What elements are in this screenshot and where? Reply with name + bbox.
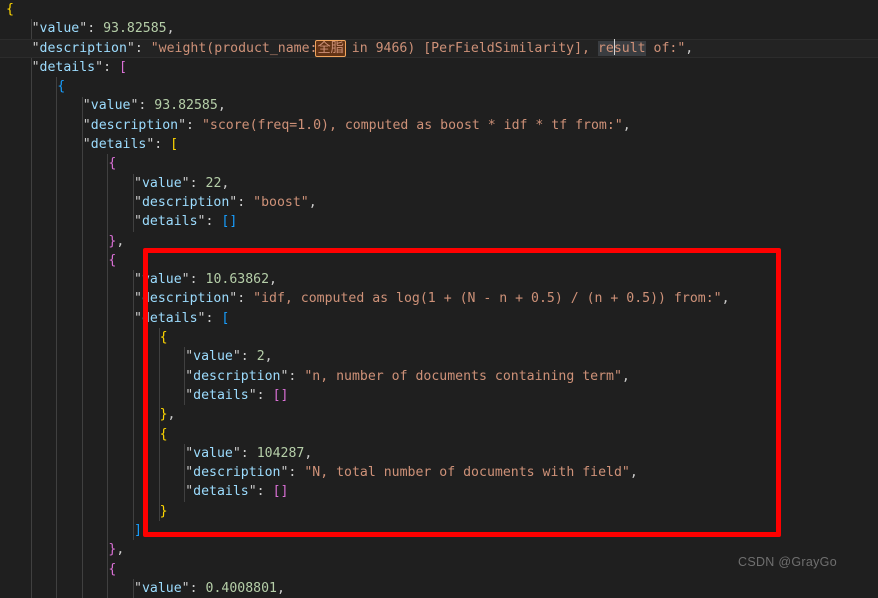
code-line[interactable]: "value": 93.82585, bbox=[0, 96, 878, 115]
code-line[interactable]: "details": [ bbox=[0, 309, 878, 328]
code-line[interactable]: "description": "n, number of documents c… bbox=[0, 367, 878, 386]
code-line[interactable]: }, bbox=[0, 405, 878, 424]
code-editor[interactable]: {"value": 93.82585,"description": "weigh… bbox=[0, 0, 878, 580]
code-line[interactable]: "description": "boost", bbox=[0, 193, 878, 212]
code-line[interactable]: { bbox=[0, 328, 878, 347]
code-line[interactable]: "details": [] bbox=[0, 386, 878, 405]
watermark-label: CSDN @GrayGo bbox=[738, 555, 837, 569]
code-line[interactable]: } bbox=[0, 502, 878, 521]
text-caret bbox=[614, 39, 615, 55]
code-line[interactable]: { bbox=[0, 425, 878, 444]
code-line[interactable]: "details": [ bbox=[0, 135, 878, 154]
code-line[interactable]: "details": [] bbox=[0, 482, 878, 501]
code-line[interactable]: ] bbox=[0, 521, 878, 540]
code-line[interactable]: "value": 104287, bbox=[0, 444, 878, 463]
code-line[interactable]: "value": 93.82585, bbox=[0, 19, 878, 38]
code-line[interactable]: }, bbox=[0, 232, 878, 251]
code-line[interactable]: "value": 2, bbox=[0, 347, 878, 366]
code-line[interactable]: "value": 0.4008801, bbox=[0, 579, 878, 598]
code-line[interactable]: "description": "N, total number of docum… bbox=[0, 463, 878, 482]
find-match-highlight: 全脂 bbox=[316, 41, 344, 56]
code-line[interactable]: "description": "score(freq=1.0), compute… bbox=[0, 116, 878, 135]
code-line[interactable]: "value": 10.63862, bbox=[0, 270, 878, 289]
code-content[interactable]: {"value": 93.82585,"description": "weigh… bbox=[0, 0, 878, 598]
code-line[interactable]: "details": [ bbox=[0, 58, 878, 77]
code-line-active[interactable]: "description": "weight(product_name:全脂 i… bbox=[0, 39, 878, 58]
code-line[interactable]: "details": [] bbox=[0, 212, 878, 231]
code-line[interactable]: { bbox=[0, 77, 878, 96]
code-line[interactable]: { bbox=[0, 154, 878, 173]
code-line[interactable]: { bbox=[0, 251, 878, 270]
code-line[interactable]: { bbox=[0, 0, 878, 19]
selected-word-highlight: result bbox=[598, 41, 646, 56]
code-line[interactable]: "value": 22, bbox=[0, 174, 878, 193]
code-line[interactable]: "description": "idf, computed as log(1 +… bbox=[0, 289, 878, 308]
